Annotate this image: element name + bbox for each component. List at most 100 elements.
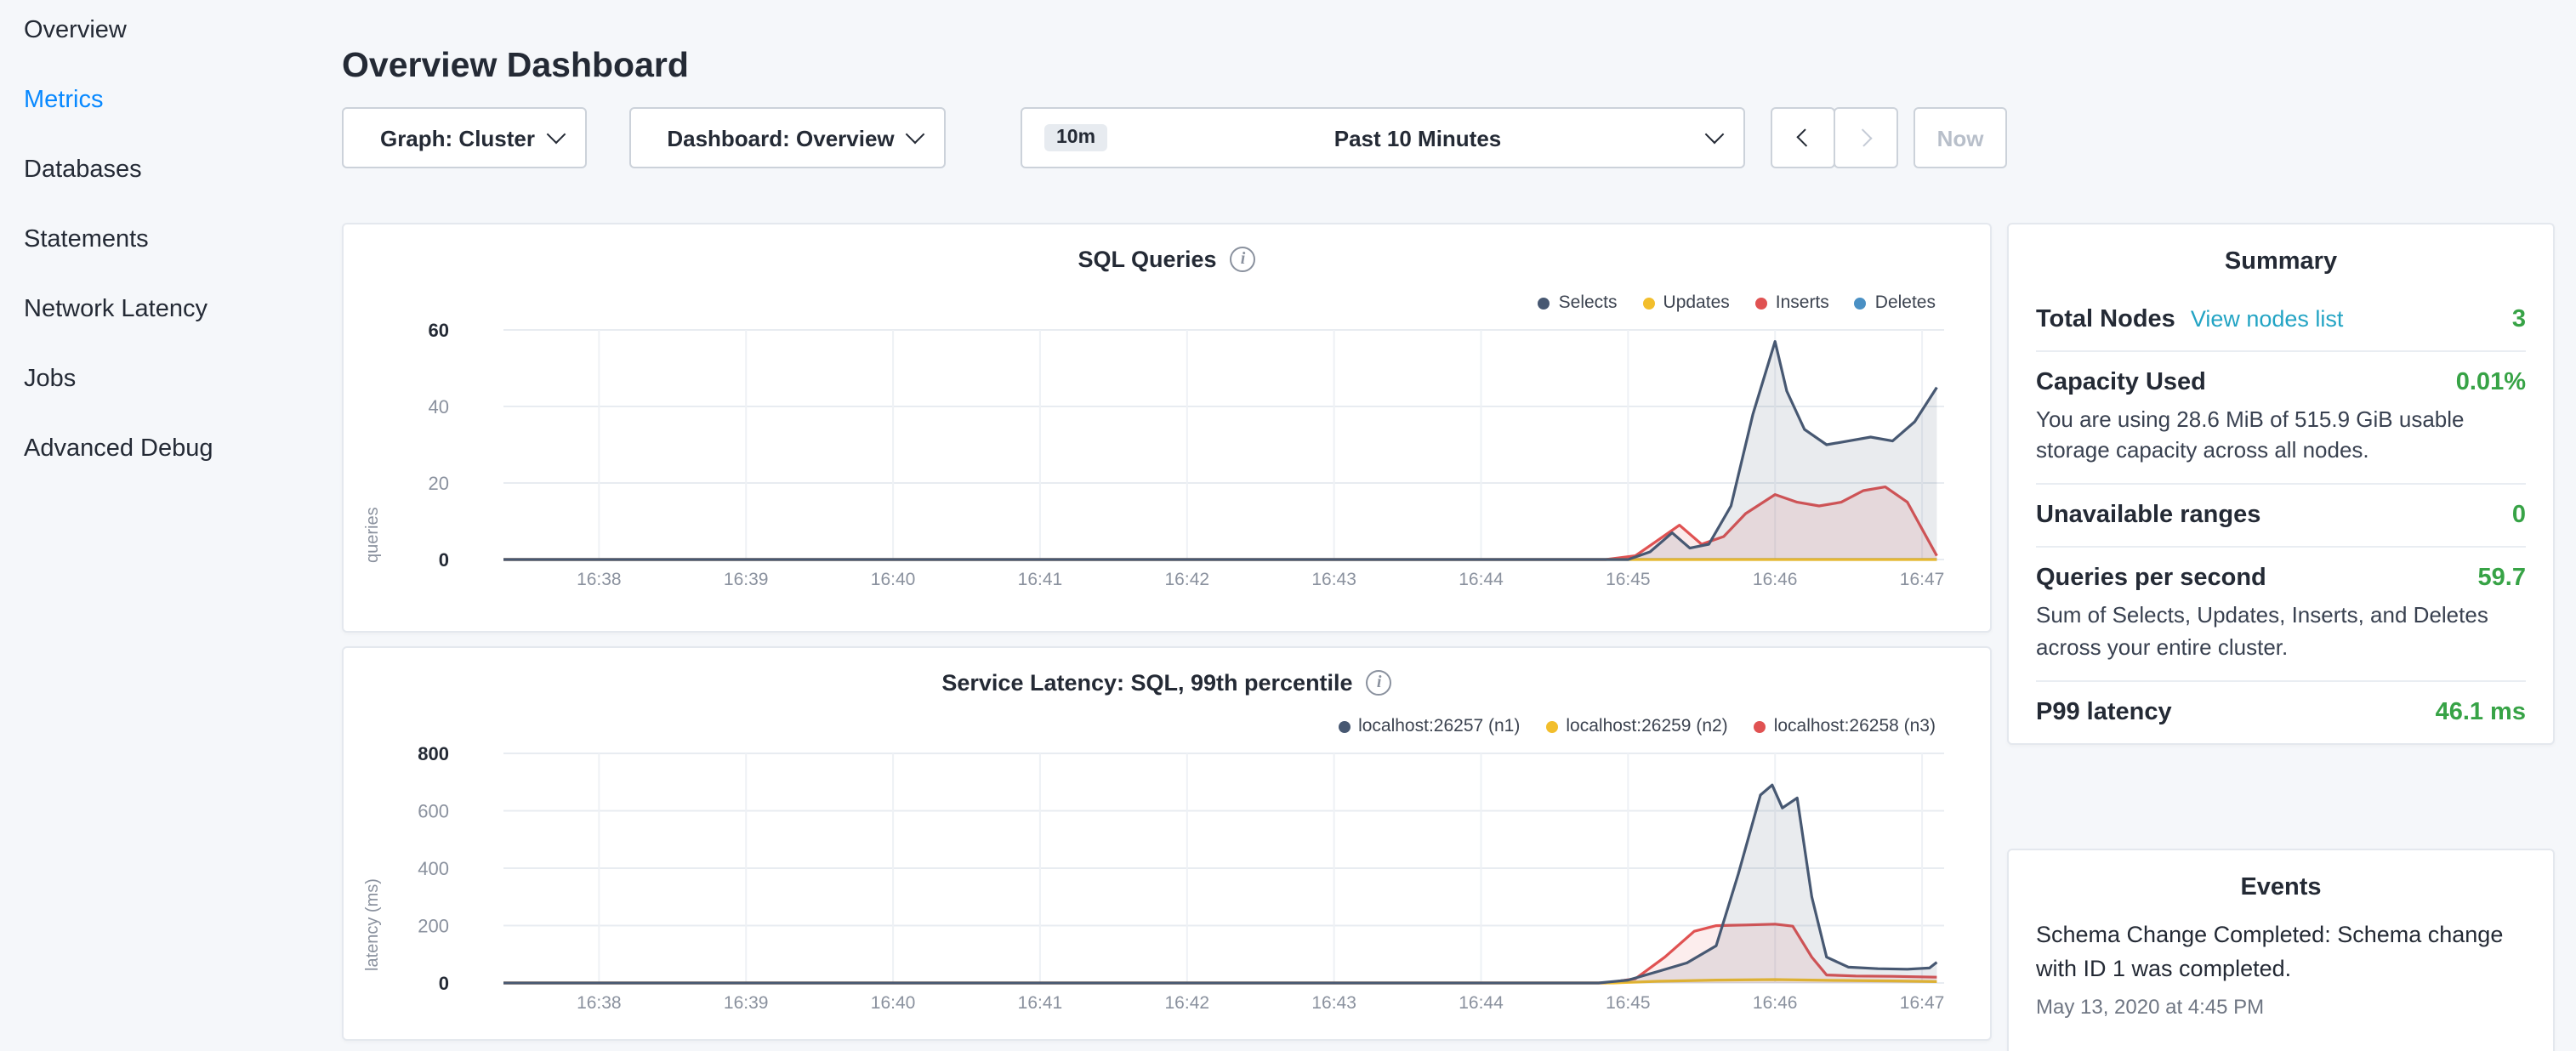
sidebar-item-advanced-debug[interactable]: Advanced Debug (0, 415, 327, 485)
svg-text:16:45: 16:45 (1606, 993, 1651, 1013)
svg-text:400: 400 (418, 858, 449, 879)
sidebar-item-jobs[interactable]: Jobs (0, 345, 327, 415)
legend-label: localhost:26259 (n2) (1566, 716, 1727, 736)
line-chart-sql-queries[interactable]: 020406016:3816:3916:4016:4116:4216:4316:… (374, 318, 1966, 597)
event-list-item[interactable]: Schema Change Completed: Schema change w… (2009, 915, 2553, 1038)
svg-text:60: 60 (429, 320, 449, 341)
event-text: Schema Change Completed: Schema change w… (2036, 918, 2526, 987)
summary-value: 0.01% (2456, 369, 2526, 396)
chart-title: Service Latency: SQL, 99th percentile (941, 670, 1352, 696)
event-timestamp: May 13, 2020 at 4:45 PM (2036, 994, 2526, 1018)
events-panel: Events Schema Change Completed: Schema c… (2007, 849, 2555, 1051)
legend-dot (1755, 297, 1767, 309)
chevron-down-icon (547, 125, 566, 145)
summary-description: Sum of Selects, Updates, Inserts, and De… (2036, 601, 2526, 663)
svg-text:16:38: 16:38 (577, 570, 622, 589)
legend-dot (1754, 720, 1766, 732)
events-title: Events (2009, 850, 2553, 915)
time-range-dropdown[interactable]: 10m Past 10 Minutes (1021, 107, 1745, 168)
svg-text:16:38: 16:38 (577, 993, 622, 1013)
sidebar-item-metrics[interactable]: Metrics (0, 66, 327, 136)
svg-text:16:41: 16:41 (1018, 570, 1063, 589)
svg-text:16:41: 16:41 (1018, 993, 1063, 1013)
time-range-next-button[interactable] (1834, 107, 1898, 168)
legend-label: Deletes (1875, 293, 1936, 313)
sidebar-item-statements[interactable]: Statements (0, 206, 327, 276)
svg-text:200: 200 (418, 916, 449, 937)
svg-text:16:46: 16:46 (1753, 993, 1798, 1013)
legend-item[interactable]: localhost:26257 (n1) (1338, 716, 1520, 736)
legend-dot (1643, 297, 1655, 309)
chart-legend: Selects Updates Inserts Deletes (1538, 293, 1936, 313)
chevron-down-icon (1705, 125, 1725, 145)
legend-label: Updates (1663, 293, 1730, 313)
summary-value: 59.7 (2478, 565, 2526, 593)
dashboard-label: Dashboard: Overview (653, 125, 908, 151)
svg-text:800: 800 (418, 743, 449, 764)
summary-label: Unavailable ranges (2036, 503, 2260, 530)
svg-text:600: 600 (418, 801, 449, 822)
app-root: Overview Metrics Databases Statements Ne… (0, 0, 2576, 1051)
now-button[interactable]: Now (1914, 107, 2007, 168)
chevron-down-icon (906, 125, 925, 145)
svg-text:16:45: 16:45 (1606, 570, 1651, 589)
time-range-prev-button[interactable] (1771, 107, 1835, 168)
legend-label: localhost:26257 (n1) (1358, 716, 1520, 736)
chevron-right-icon (1854, 128, 1872, 146)
dashboard-dropdown[interactable]: Dashboard: Overview (629, 107, 946, 168)
legend-item[interactable]: localhost:26258 (n3) (1754, 716, 1936, 736)
summary-row-queries-per-second: Queries per second 59.7 Sum of Selects, … (2036, 548, 2526, 682)
summary-panel: Summary Total Nodes View nodes list 3 Ca… (2007, 223, 2555, 745)
legend-item[interactable]: localhost:26259 (n2) (1545, 716, 1727, 736)
svg-text:16:43: 16:43 (1311, 993, 1356, 1013)
summary-label: Queries per second (2036, 565, 2266, 593)
info-icon[interactable]: i (1231, 247, 1256, 272)
svg-text:16:40: 16:40 (871, 570, 916, 589)
info-icon[interactable]: i (1367, 670, 1392, 696)
svg-text:16:44: 16:44 (1459, 570, 1504, 589)
time-range-badge: 10m (1044, 124, 1107, 151)
legend-item[interactable]: Deletes (1855, 293, 1936, 313)
now-button-label: Now (1937, 125, 1984, 151)
sidebar-item-databases[interactable]: Databases (0, 136, 327, 206)
legend-dot (1338, 720, 1350, 732)
page-title: Overview Dashboard (342, 45, 689, 86)
sidebar-nav: Overview Metrics Databases Statements Ne… (0, 0, 327, 485)
summary-label: P99 latency (2036, 699, 2172, 726)
legend-label: Inserts (1776, 293, 1829, 313)
legend-item[interactable]: Selects (1538, 293, 1618, 313)
svg-text:20: 20 (429, 473, 449, 494)
summary-label: Total Nodes (2036, 306, 2175, 333)
chart-panel-service-latency: Service Latency: SQL, 99th percentile i … (342, 646, 1992, 1041)
svg-text:16:42: 16:42 (1165, 570, 1210, 589)
line-chart-service-latency[interactable]: 020040060080016:3816:3916:4016:4116:4216… (374, 741, 1966, 1020)
summary-label: Capacity Used (2036, 369, 2206, 396)
summary-title: Summary (2009, 224, 2553, 289)
chevron-left-icon (1796, 128, 1814, 146)
summary-value: 46.1 ms (2436, 699, 2526, 726)
summary-row-capacity-used: Capacity Used 0.01% You are using 28.6 M… (2036, 352, 2526, 486)
graph-scope-label: Graph: Cluster (366, 125, 549, 151)
legend-label: localhost:26258 (n3) (1774, 716, 1936, 736)
chart-panel-sql-queries: SQL Queries i Selects Updates Inserts De… (342, 223, 1992, 633)
sidebar-item-network-latency[interactable]: Network Latency (0, 276, 327, 345)
summary-value: 0 (2512, 503, 2526, 530)
legend-dot (1855, 297, 1867, 309)
view-nodes-list-link[interactable]: View nodes list (2191, 306, 2344, 332)
graph-scope-dropdown[interactable]: Graph: Cluster (342, 107, 587, 168)
sidebar-item-overview[interactable]: Overview (0, 0, 327, 66)
svg-text:40: 40 (429, 396, 449, 418)
chart-legend: localhost:26257 (n1) localhost:26259 (n2… (1338, 716, 1936, 736)
summary-row-p99-latency: P99 latency 46.1 ms (2036, 682, 2526, 743)
legend-item[interactable]: Updates (1643, 293, 1730, 313)
legend-item[interactable]: Inserts (1755, 293, 1829, 313)
svg-text:16:44: 16:44 (1459, 993, 1504, 1013)
legend-dot (1545, 720, 1557, 732)
svg-text:16:39: 16:39 (724, 993, 769, 1013)
svg-text:16:47: 16:47 (1900, 993, 1945, 1013)
summary-row-unavailable-ranges: Unavailable ranges 0 (2036, 486, 2526, 548)
time-range-label: Past 10 Minutes (1128, 125, 1708, 151)
svg-text:16:39: 16:39 (724, 570, 769, 589)
svg-text:0: 0 (439, 973, 449, 994)
svg-text:16:47: 16:47 (1900, 570, 1945, 589)
